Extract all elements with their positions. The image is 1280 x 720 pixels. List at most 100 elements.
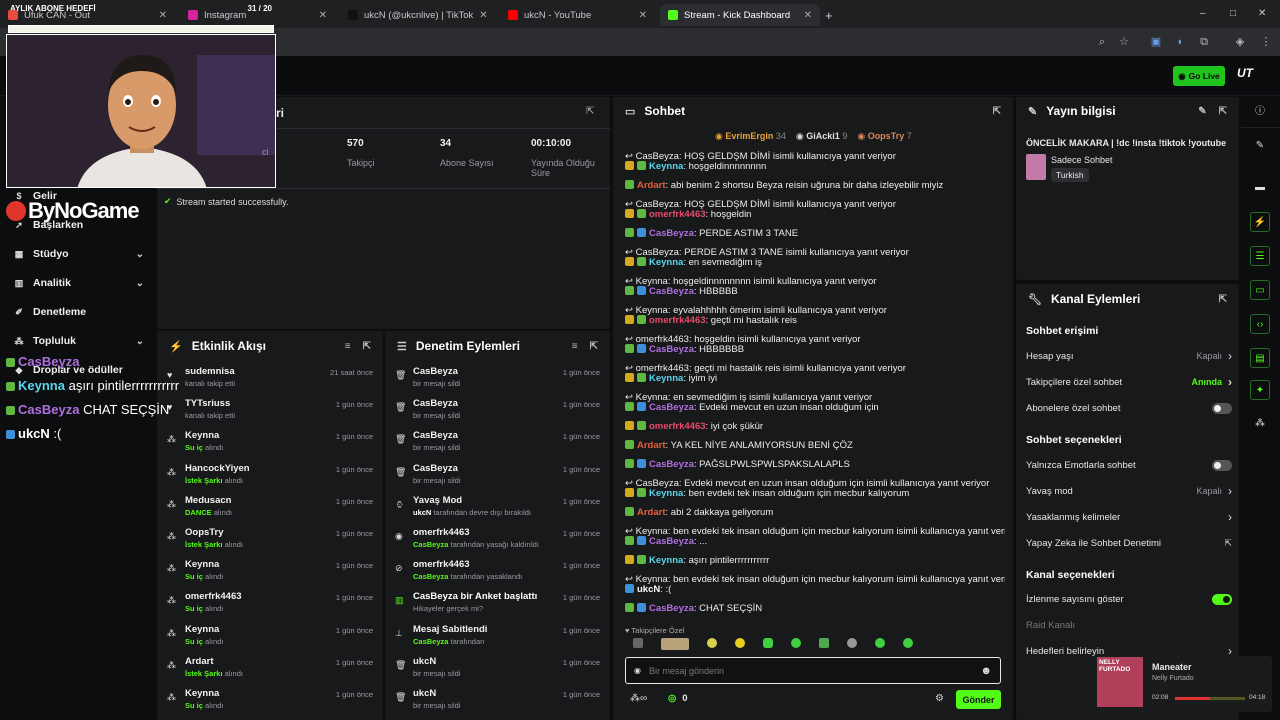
list-icon[interactable]: ☰ — [1250, 246, 1270, 266]
chat-username[interactable]: CasBeyza — [649, 286, 694, 297]
chat-username[interactable]: omerfrk4463 — [649, 421, 706, 432]
bookmark-star-icon[interactable]: ☆ — [1116, 34, 1132, 50]
moderation-item[interactable]: 🗑︎ ukcN bir mesajı sildi 1 gün önce — [385, 656, 610, 688]
chat-message[interactable]: CasBeyza: HBBBBBB — [625, 344, 1005, 355]
emoji-icon[interactable]: ☻ — [980, 665, 992, 677]
popout-icon[interactable]: ⇱ — [590, 341, 598, 352]
puzzle-icon[interactable]: ⧉ — [1196, 34, 1212, 50]
popout-icon[interactable]: ⇱ — [993, 106, 1001, 117]
moderation-item[interactable]: 🗑︎ CasBeyza bir mesajı sildi 1 gün önce — [385, 398, 610, 430]
activity-item[interactable]: ⁂ Keynna Su iç alındı 1 gün önce — [157, 430, 383, 462]
chat-input[interactable]: ◉ Bir mesaj gönderin ☻ — [625, 657, 1001, 684]
close-tab-icon[interactable]: ✕ — [804, 10, 812, 21]
extension-icon[interactable]: ◗ — [1172, 34, 1188, 50]
popout-icon[interactable]: ⇱ — [1219, 294, 1227, 305]
setting-row[interactable]: Hesap yaşı Kapalı › — [1026, 346, 1232, 366]
close-tab-icon[interactable]: ✕ — [319, 10, 327, 21]
browser-tab[interactable]: Stream - Kick Dashboard ✕ — [660, 4, 820, 26]
chat-username[interactable]: Keynna — [649, 555, 683, 566]
chat-username[interactable]: Keynna — [649, 488, 683, 499]
wrench-icon[interactable]: ✦ — [1250, 380, 1270, 400]
filter-icon[interactable]: ≡ — [572, 341, 578, 352]
setting-row[interactable]: İzlenme sayısını göster — [1026, 589, 1232, 609]
toggle-switch[interactable] — [1212, 593, 1232, 605]
popout-icon[interactable]: ⇱ — [363, 341, 371, 352]
translate-icon[interactable]: ▣ — [1148, 34, 1164, 50]
activity-item[interactable]: ♥ sudemnisa kanalı takip etti 21 saat önce — [157, 366, 383, 398]
chat-message[interactable]: CasBeyza: PERDE ASTIM 3 TANE — [625, 228, 1005, 239]
send-button[interactable]: Gönder — [956, 690, 1001, 709]
sidebar-item-topluluk[interactable]: ⁂ Topluluk ⌄ — [14, 331, 145, 351]
chat-username[interactable]: CasBeyza — [649, 536, 694, 547]
emote-icon[interactable] — [661, 638, 689, 650]
zoom-icon[interactable]: ⌕ — [1094, 34, 1110, 50]
code-icon[interactable]: ‹› — [1250, 314, 1270, 334]
filter-icon[interactable]: ≡ — [345, 341, 351, 352]
close-tab-icon[interactable]: ✕ — [479, 10, 487, 21]
moderation-item[interactable]: 🗑︎ CasBeyza bir mesajı sildi 1 gün önce — [385, 430, 610, 462]
activity-item[interactable]: ♥ TYTsriuss kanalı takip etti 1 gün önce — [157, 398, 383, 430]
popout-icon[interactable]: ⇱ — [1219, 106, 1227, 117]
browser-tab[interactable]: Ufuk CAN - Out ✕ — [0, 4, 175, 26]
chat-username[interactable]: Keynna — [649, 161, 683, 172]
moderation-item[interactable]: ▥ CasBeyza bir Anket başlattı Hikayeler ge… — [385, 591, 610, 623]
close-window-button[interactable]: ✕ — [1258, 8, 1266, 19]
emote-icon[interactable] — [763, 638, 773, 648]
chat-username[interactable]: Keynna — [649, 373, 683, 384]
info-icon[interactable]: ⓘ — [1250, 102, 1270, 122]
setting-row[interactable]: Abonelere özel sohbet — [1026, 398, 1232, 418]
chat-username[interactable]: CasBeyza — [649, 402, 694, 413]
moderation-item[interactable]: ◉ omerfrk4463 CasBeyza tarafından yasağı k… — [385, 527, 610, 559]
moderation-item[interactable]: 🗑︎ ukcN bir mesajı sildi 1 gün önce — [385, 688, 610, 720]
activity-item[interactable]: ⁂ omerfrk4463 Su iç alındı 1 gün önce — [157, 591, 383, 623]
emote-icon[interactable] — [707, 638, 717, 648]
activity-item[interactable]: ⁂ Medusacn DANCE alındı 1 gün önce — [157, 495, 383, 527]
chat-message[interactable]: CasBeyza: HBBBBB — [625, 286, 1005, 297]
emote-icon[interactable] — [847, 638, 857, 648]
chat-username[interactable]: CasBeyza — [649, 603, 694, 614]
chat-message[interactable]: Keynna: aşırı pintilerrrrrrrrrrr — [625, 555, 1005, 566]
emote-bar[interactable] — [625, 638, 1005, 654]
browser-tab[interactable]: ukcN - YouTube ✕ — [500, 4, 655, 26]
chat-username[interactable]: omerfrk4463 — [649, 209, 706, 220]
moderation-item[interactable]: ⊘ omerfrk4463 CasBeyza tarafından yasaklan… — [385, 559, 610, 591]
go-live-button[interactable]: ◉ Go Live — [1173, 66, 1225, 86]
menu-dots-icon[interactable]: ⋮ — [1258, 34, 1274, 50]
top-gifter[interactable]: ◉ OopsTry 7 — [857, 131, 911, 142]
chat-username[interactable]: CasBeyza — [649, 344, 694, 355]
activity-item[interactable]: ⁂ Keynna Su iç alındı 1 gün önce — [157, 624, 383, 656]
chat-username[interactable]: CasBeyza — [649, 228, 694, 239]
setting-row[interactable]: Hedefleri belirleyin › — [1026, 641, 1232, 661]
sidebar-item-denetleme[interactable]: ✐ Denetleme — [14, 302, 144, 322]
close-tab-icon[interactable]: ✕ — [639, 10, 647, 21]
chat-username[interactable]: ukcN — [637, 584, 660, 595]
kick-logo-icon[interactable]: UT — [1237, 66, 1255, 84]
chat-message[interactable]: Keynna: hoşgeldinnnnnnnn — [625, 161, 1005, 172]
activity-item[interactable]: ⁂ Keynna Su iç alındı 1 gün önce — [157, 688, 383, 720]
top-gifter[interactable]: ◉ GiAcki1 9 — [796, 131, 847, 142]
maximize-button[interactable]: □ — [1230, 8, 1236, 19]
chat-message[interactable]: CasBeyza: PAĞSLPWLSPWLSPAKSLALAPLS — [625, 459, 1005, 470]
moderation-item[interactable]: 🗑︎ CasBeyza bir mesajı sildi 1 gün önce — [385, 366, 610, 398]
chat-message[interactable]: omerfrk4463: hoşgeldin — [625, 209, 1005, 220]
chat-message[interactable]: Keynna: iyim iyi — [625, 373, 1005, 384]
toggle-switch[interactable] — [1212, 459, 1232, 471]
community-icon[interactable]: ⁂ — [1250, 414, 1270, 434]
activity-item[interactable]: ⁂ Ardart İstek Şarkı alındı 1 gün önce — [157, 656, 383, 688]
browser-tab[interactable]: ukcN (@ukcnlive) | TikTok ✕ — [340, 4, 495, 26]
chat-message[interactable]: ukcN: :( — [625, 584, 1005, 595]
setting-row[interactable]: Yalnızca Emotlarla sohbet — [1026, 455, 1232, 475]
pencil-icon[interactable]: ✎ — [1250, 136, 1270, 156]
browser-tab[interactable]: Instagram ✕ — [180, 4, 335, 26]
activity-item[interactable]: ⁂ Keynna Su iç alındı 1 gün önce — [157, 559, 383, 591]
chat-username[interactable]: Ardart — [637, 507, 666, 518]
top-gifter[interactable]: ◉ EvrimErgin 34 — [715, 131, 786, 142]
channel-points[interactable]: ◎ 0 — [668, 693, 688, 704]
record-icon[interactable]: ◉ — [634, 666, 641, 675]
sidebar-item-gelir[interactable]: $ Gelir — [14, 186, 144, 206]
setting-row[interactable]: Yapay Zeka ile Sohbet Denetimi ⇱ — [1026, 533, 1232, 553]
toggle-switch[interactable] — [1212, 402, 1232, 414]
tag-badge[interactable]: Turkish — [1051, 168, 1089, 182]
edit-pencil-icon[interactable]: ✎ — [1198, 106, 1206, 117]
setting-row[interactable]: Takipçilere özel sohbet Anında › — [1026, 372, 1232, 392]
